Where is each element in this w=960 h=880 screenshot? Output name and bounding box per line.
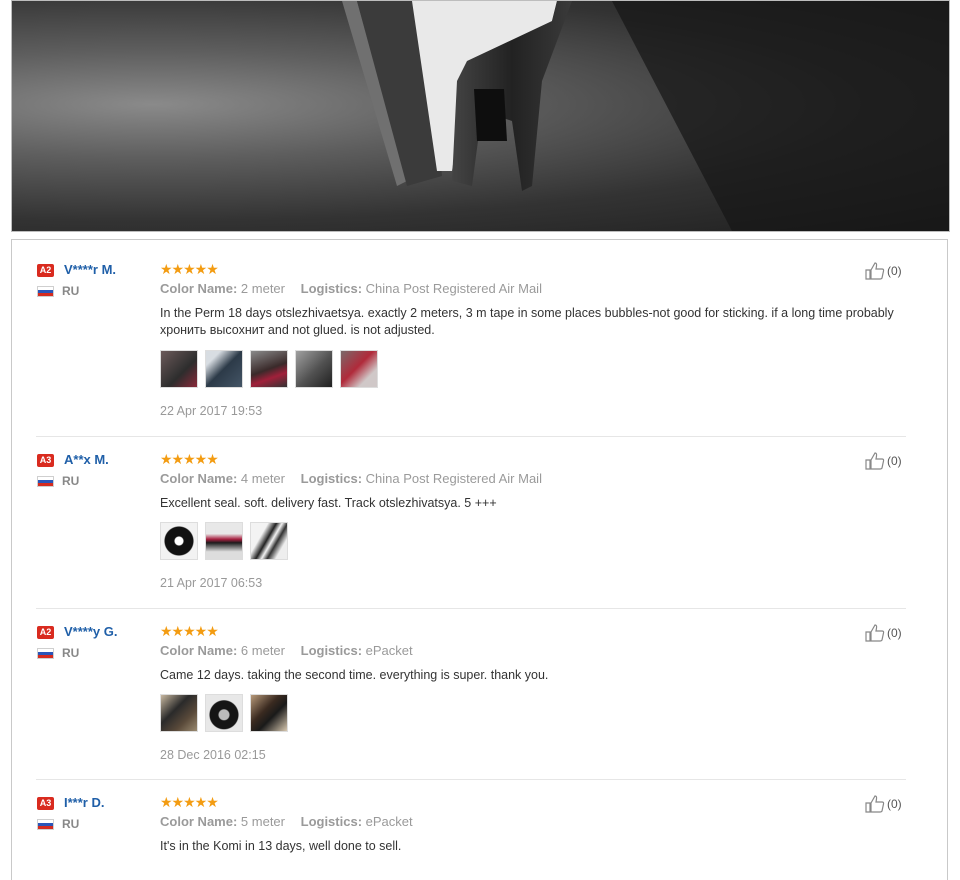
product-hero-image xyxy=(11,0,950,232)
russia-flag-icon xyxy=(37,819,54,830)
helpful-vote[interactable]: (0) xyxy=(865,795,902,813)
thumbs-up-icon xyxy=(865,262,885,280)
helpful-count: (0) xyxy=(887,797,902,811)
review-photo[interactable] xyxy=(340,350,378,388)
review-date: 22 Apr 2017 19:53 xyxy=(160,404,263,418)
star-rating: ★★★★★ xyxy=(160,794,219,810)
review-date: 28 Dec 2016 02:15 xyxy=(160,748,266,762)
russia-flag-icon xyxy=(37,286,54,297)
buyer-level-badge: A2 xyxy=(37,264,54,277)
review-photo[interactable] xyxy=(205,350,243,388)
color-name-value: 2 meter xyxy=(240,281,285,296)
helpful-vote[interactable]: (0) xyxy=(865,624,902,642)
review-item: A2 V****r M. RU ★★★★★ Color Name: 2 mete… xyxy=(36,261,906,442)
russia-flag-icon xyxy=(37,476,54,487)
reviewer-country: RU xyxy=(62,817,80,831)
logistics-value: ePacket xyxy=(365,814,413,829)
helpful-vote[interactable]: (0) xyxy=(865,262,902,280)
logistics-label: Logistics: xyxy=(300,814,363,829)
thumbs-up-icon xyxy=(865,452,885,470)
review-text: In the Perm 18 days otslezhivaetsya. exa… xyxy=(160,306,894,337)
buyer-level-badge: A2 xyxy=(37,626,54,639)
star-rating: ★★★★★ xyxy=(160,261,219,277)
reviewer-country: RU xyxy=(62,284,80,298)
door-seal-illustration xyxy=(342,1,949,231)
review-photo[interactable] xyxy=(160,694,198,732)
logistics-label: Logistics: xyxy=(300,471,363,486)
logistics-label: Logistics: xyxy=(300,281,363,296)
reviewer-name[interactable]: I***r D. xyxy=(64,795,104,810)
logistics-value: China Post Registered Air Mail xyxy=(365,281,542,296)
review-photo[interactable] xyxy=(250,694,288,732)
russia-flag-icon xyxy=(37,648,54,659)
reviewer-name[interactable]: A**x M. xyxy=(64,452,109,467)
star-rating: ★★★★★ xyxy=(160,451,219,467)
order-info: Color Name: 4 meter Logistics: China Pos… xyxy=(160,471,542,486)
review-photos xyxy=(160,694,288,732)
review-date: 21 Apr 2017 06:53 xyxy=(160,576,263,590)
color-name-label: Color Name: xyxy=(160,814,238,829)
review-divider xyxy=(36,779,906,780)
review-photo[interactable] xyxy=(160,522,198,560)
order-info: Color Name: 2 meter Logistics: China Pos… xyxy=(160,281,542,296)
color-name-label: Color Name: xyxy=(160,643,238,658)
review-text: Came 12 days. taking the second time. ev… xyxy=(160,668,549,682)
reviewer-country: RU xyxy=(62,646,80,660)
helpful-vote[interactable]: (0) xyxy=(865,452,902,470)
reviewer-name[interactable]: V****r M. xyxy=(64,262,116,277)
review-item: A2 V****y G. RU ★★★★★ Color Name: 6 mete… xyxy=(36,623,906,774)
review-photo[interactable] xyxy=(250,350,288,388)
reviewer-country: RU xyxy=(62,474,80,488)
review-text: Excellent seal. soft. delivery fast. Tra… xyxy=(160,496,497,510)
logistics-value: ePacket xyxy=(365,643,413,658)
review-item: A3 A**x M. RU ★★★★★ Color Name: 4 meter … xyxy=(36,451,906,602)
review-photo[interactable] xyxy=(205,522,243,560)
thumbs-up-icon xyxy=(865,624,885,642)
color-name-value: 6 meter xyxy=(240,643,285,658)
thumbs-up-icon xyxy=(865,795,885,813)
review-photo[interactable] xyxy=(160,350,198,388)
star-rating: ★★★★★ xyxy=(160,623,219,639)
buyer-level-badge: A3 xyxy=(37,797,54,810)
color-name-label: Color Name: xyxy=(160,281,238,296)
color-name-value: 5 meter xyxy=(240,814,285,829)
review-text: It's in the Komi in 13 days, well done t… xyxy=(160,839,402,853)
logistics-label: Logistics: xyxy=(300,643,363,658)
buyer-level-badge: A3 xyxy=(37,454,54,467)
color-name-label: Color Name: xyxy=(160,471,238,486)
order-info: Color Name: 6 meter Logistics: ePacket xyxy=(160,643,413,658)
reviews-panel: A2 V****r M. RU ★★★★★ Color Name: 2 mete… xyxy=(11,239,948,880)
helpful-count: (0) xyxy=(887,626,902,640)
review-photo[interactable] xyxy=(250,522,288,560)
color-name-value: 4 meter xyxy=(240,471,285,486)
helpful-count: (0) xyxy=(887,264,902,278)
review-photos xyxy=(160,522,288,560)
review-photo[interactable] xyxy=(205,694,243,732)
order-info: Color Name: 5 meter Logistics: ePacket xyxy=(160,814,413,829)
reviewer-name[interactable]: V****y G. xyxy=(64,624,117,639)
helpful-count: (0) xyxy=(887,454,902,468)
review-divider xyxy=(36,436,906,437)
review-divider xyxy=(36,608,906,609)
logistics-value: China Post Registered Air Mail xyxy=(365,471,542,486)
review-photo[interactable] xyxy=(295,350,333,388)
review-photos xyxy=(160,350,378,388)
review-item: A3 I***r D. RU ★★★★★ Color Name: 5 meter… xyxy=(36,794,906,867)
